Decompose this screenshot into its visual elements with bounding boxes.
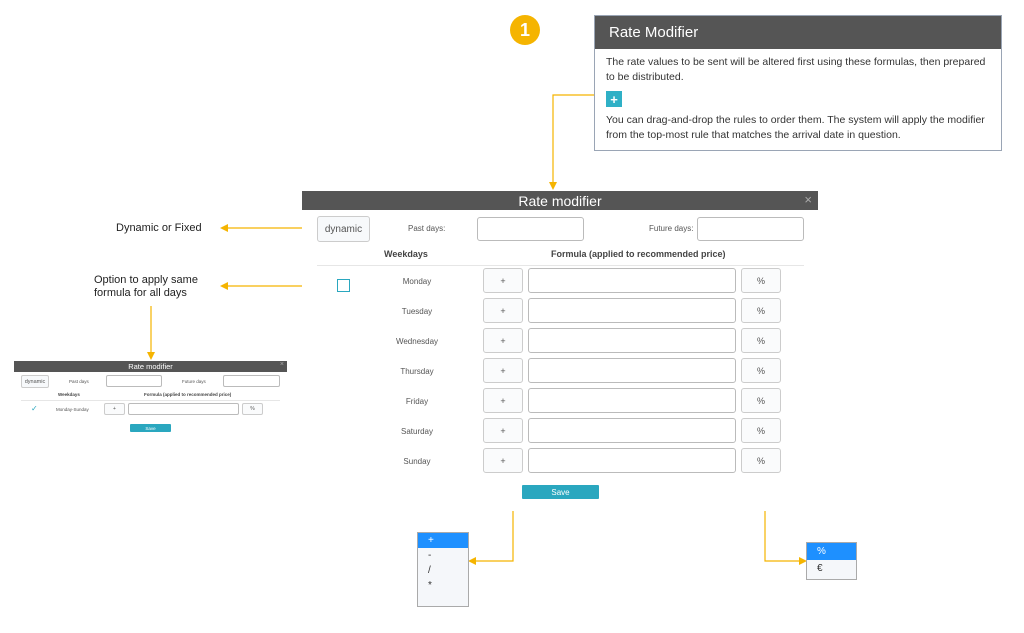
operator-select[interactable]: + (483, 358, 523, 383)
rate-modifier-modal: Rate modifier × dynamic Past days: Futur… (302, 191, 818, 511)
close-icon[interactable]: × (804, 192, 812, 207)
day-label: Tuesday (401, 307, 433, 316)
unit-dropdown: % € (806, 542, 857, 580)
annotation-dynamic-or-fixed: Dynamic or Fixed (116, 222, 202, 234)
row-friday: Friday + % (302, 387, 818, 417)
unit-select[interactable]: % (741, 418, 781, 443)
day-label: Wednesday (395, 337, 439, 346)
close-icon[interactable]: × (280, 361, 284, 368)
compact-day-range: Monday-Sunday (56, 407, 89, 412)
mode-toggle-button[interactable]: dynamic (317, 216, 370, 242)
annotation-apply-same: Option to apply same formula for all day… (94, 274, 198, 299)
compact-col-weekdays: Weekdays (58, 392, 80, 397)
row-sunday: Sunday + % (302, 447, 818, 477)
day-label: Thursday (400, 367, 434, 376)
row-saturday: Saturday + % (302, 417, 818, 447)
operator-select[interactable]: + (483, 448, 523, 473)
formula-input[interactable] (528, 298, 736, 323)
header-divider (317, 265, 804, 266)
compact-formula-input[interactable] (128, 403, 239, 415)
compact-future-days-label: Future days (182, 379, 206, 384)
unit-select[interactable]: % (741, 448, 781, 473)
formula-input[interactable] (528, 328, 736, 353)
compact-operator-select[interactable]: + (104, 403, 125, 415)
day-label: Friday (405, 397, 429, 406)
col-weekdays: Weekdays (384, 249, 428, 259)
unit-select[interactable]: % (741, 268, 781, 293)
row-monday: Monday + % (302, 267, 818, 297)
row-wednesday: Wednesday + % (302, 327, 818, 357)
past-days-input[interactable] (477, 217, 584, 241)
add-rule-button[interactable]: + (606, 91, 622, 107)
formula-input[interactable] (528, 418, 736, 443)
past-days-label: Past days: (408, 224, 446, 233)
compact-past-days-input[interactable] (106, 375, 162, 387)
compact-mode-toggle-button[interactable]: dynamic (21, 375, 49, 388)
compact-save-button[interactable]: Save (130, 424, 171, 432)
operator-select[interactable]: + (483, 388, 523, 413)
operator-select[interactable]: + (483, 418, 523, 443)
modal-title: Rate modifier (302, 191, 818, 210)
day-label: Saturday (400, 427, 434, 436)
check-icon[interactable]: ✓ (31, 404, 38, 413)
info-panel: Rate Modifier The rate values to be sent… (594, 15, 1002, 151)
operator-select[interactable]: + (483, 328, 523, 353)
unit-select[interactable]: % (741, 358, 781, 383)
operator-option-plus[interactable]: + (418, 533, 468, 548)
operator-option-minus[interactable]: - (418, 548, 468, 563)
info-panel-text-2: You can drag-and-drop the rules to order… (606, 114, 985, 141)
formula-input[interactable] (528, 268, 736, 293)
info-panel-title: Rate Modifier (595, 16, 1001, 49)
formula-input[interactable] (528, 448, 736, 473)
day-label: Monday (402, 277, 432, 286)
unit-select[interactable]: % (741, 328, 781, 353)
operator-option-multiply[interactable]: * (418, 578, 468, 593)
col-formula: Formula (applied to recommended price) (551, 249, 726, 259)
compact-past-days-label: Past days (69, 379, 89, 384)
row-tuesday: Tuesday + % (302, 297, 818, 327)
info-panel-text-1: The rate values to be sent will be alter… (606, 56, 986, 83)
unit-select[interactable]: % (741, 388, 781, 413)
unit-option-percent[interactable]: % (807, 543, 856, 560)
future-days-label: Future days: (649, 224, 694, 233)
row-thursday: Thursday + % (302, 357, 818, 387)
rate-modifier-modal-compact: Rate modifier × dynamic Past days Future… (14, 361, 287, 441)
formula-input[interactable] (528, 358, 736, 383)
operator-dropdown: + - / * (417, 532, 469, 607)
compact-unit-select[interactable]: % (242, 403, 263, 415)
save-button[interactable]: Save (522, 485, 599, 499)
day-label: Sunday (403, 457, 431, 466)
compact-divider (21, 400, 280, 401)
operator-select[interactable]: + (483, 298, 523, 323)
formula-input[interactable] (528, 388, 736, 413)
step-badge: 1 (510, 15, 540, 45)
operator-select[interactable]: + (483, 268, 523, 293)
unit-option-euro[interactable]: € (807, 560, 856, 577)
operator-option-divide[interactable]: / (418, 563, 468, 578)
compact-future-days-input[interactable] (223, 375, 280, 387)
compact-modal-title: Rate modifier (14, 361, 287, 372)
compact-col-formula: Formula (applied to recommended price) (144, 392, 232, 397)
future-days-input[interactable] (697, 217, 804, 241)
unit-select[interactable]: % (741, 298, 781, 323)
